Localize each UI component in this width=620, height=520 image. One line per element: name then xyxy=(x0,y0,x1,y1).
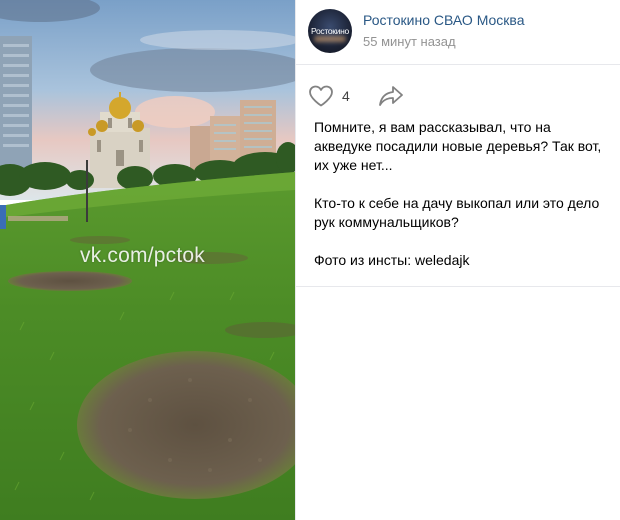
like-button[interactable]: 4 xyxy=(308,85,350,107)
avatar-text: Ростокино xyxy=(311,26,349,36)
path xyxy=(8,216,68,221)
dirt-patch xyxy=(8,271,132,291)
cloud xyxy=(135,96,215,128)
sign xyxy=(0,205,6,229)
post-bottom-divider xyxy=(296,286,620,287)
group-avatar[interactable]: Ростокино xyxy=(308,9,352,53)
photo-watermark: vk.com/pctok xyxy=(80,244,205,267)
group-name-link[interactable]: Ростокино СВАО Москва xyxy=(363,12,525,28)
lamp-post xyxy=(86,160,88,222)
post-header: Ростокино Ростокино СВАО Москва 55 минут… xyxy=(296,0,620,64)
cloud xyxy=(140,30,295,50)
like-count: 4 xyxy=(342,88,350,104)
post-photo[interactable]: vk.com/pctok xyxy=(0,0,295,520)
post-text: Помните, я вам рассказывал, что на аквед… xyxy=(314,118,610,289)
post-panel: Ростокино Ростокино СВАО Москва 55 минут… xyxy=(296,0,620,520)
post-paragraph: Помните, я вам рассказывал, что на аквед… xyxy=(314,119,602,173)
post-paragraph: Кто-то к себе на дачу выкопал или это де… xyxy=(314,195,600,230)
share-button[interactable] xyxy=(378,85,404,112)
avatar-glow xyxy=(314,36,346,42)
post-timestamp[interactable]: 55 минут назад xyxy=(363,34,456,49)
post-paragraph: Фото из инсты: weledajk xyxy=(314,252,470,268)
share-arrow-icon xyxy=(379,86,403,106)
heart-icon xyxy=(309,85,333,107)
